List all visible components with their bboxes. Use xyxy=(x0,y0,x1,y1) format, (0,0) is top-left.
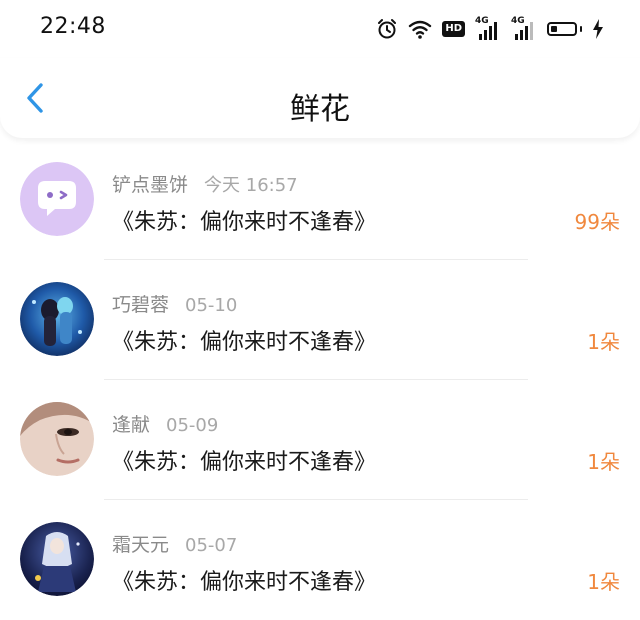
charging-icon xyxy=(592,19,604,39)
hd-icon: HD xyxy=(442,21,465,37)
chat-bubble-avatar-icon xyxy=(20,162,94,236)
avatar[interactable] xyxy=(20,162,94,236)
status-icons: HD 4G 4G xyxy=(376,16,604,42)
face-avatar-icon xyxy=(20,402,94,476)
sender-line: 逢献 05-09 xyxy=(112,410,218,437)
flower-count: 1朵 xyxy=(587,570,620,594)
status-bar: 22:48 HD 4G 4G xyxy=(0,0,640,58)
flower-count: 99朵 xyxy=(574,210,620,234)
anime-avatar-icon xyxy=(20,522,94,596)
sender-name[interactable]: 铲点墨饼 xyxy=(112,174,188,196)
avatar[interactable] xyxy=(20,402,94,476)
wifi-icon xyxy=(408,19,432,39)
sender-line: 霜天元 05-07 xyxy=(112,530,237,557)
sender-name[interactable]: 巧碧蓉 xyxy=(112,294,169,316)
page-title: 鲜花 xyxy=(290,92,350,127)
status-time: 22:48 xyxy=(40,14,106,39)
sender-name[interactable]: 霜天元 xyxy=(112,534,169,556)
battery-icon xyxy=(547,22,582,36)
flower-count: 1朵 xyxy=(587,450,620,474)
send-time: 05-09 xyxy=(166,415,219,436)
book-title[interactable]: 《朱苏：偏你来时不逢春》 xyxy=(112,204,376,236)
list-item[interactable]: 铲点墨饼 今天 16:57 《朱苏：偏你来时不逢春》 99朵 xyxy=(0,140,640,260)
list-item[interactable]: 霜天元 05-07 《朱苏：偏你来时不逢春》 1朵 xyxy=(0,500,640,620)
flower-count: 1朵 xyxy=(587,330,620,354)
list-item[interactable]: 巧碧蓉 05-10 《朱苏：偏你来时不逢春》 1朵 xyxy=(0,260,640,380)
sender-name[interactable]: 逢献 xyxy=(112,414,150,436)
send-time: 05-10 xyxy=(185,295,238,316)
signal-4g-icon: 4G xyxy=(511,16,537,40)
book-title[interactable]: 《朱苏：偏你来时不逢春》 xyxy=(112,324,376,356)
book-title[interactable]: 《朱苏：偏你来时不逢春》 xyxy=(112,444,376,476)
send-time: 今天 16:57 xyxy=(204,175,298,196)
send-time: 05-07 xyxy=(185,535,238,556)
alarm-icon xyxy=(376,18,398,40)
sender-line: 巧碧蓉 05-10 xyxy=(112,290,237,317)
anime-avatar-icon xyxy=(20,282,94,356)
header-bar: 鲜花 xyxy=(0,58,640,138)
flower-list: 铲点墨饼 今天 16:57 《朱苏：偏你来时不逢春》 99朵 巧碧蓉 05-10… xyxy=(0,140,640,620)
avatar[interactable] xyxy=(20,522,94,596)
book-title[interactable]: 《朱苏：偏你来时不逢春》 xyxy=(112,564,376,596)
list-item[interactable]: 逢献 05-09 《朱苏：偏你来时不逢春》 1朵 xyxy=(0,380,640,500)
signal-4g-icon: 4G xyxy=(475,16,501,40)
sender-line: 铲点墨饼 今天 16:57 xyxy=(112,170,298,197)
avatar[interactable] xyxy=(20,282,94,356)
